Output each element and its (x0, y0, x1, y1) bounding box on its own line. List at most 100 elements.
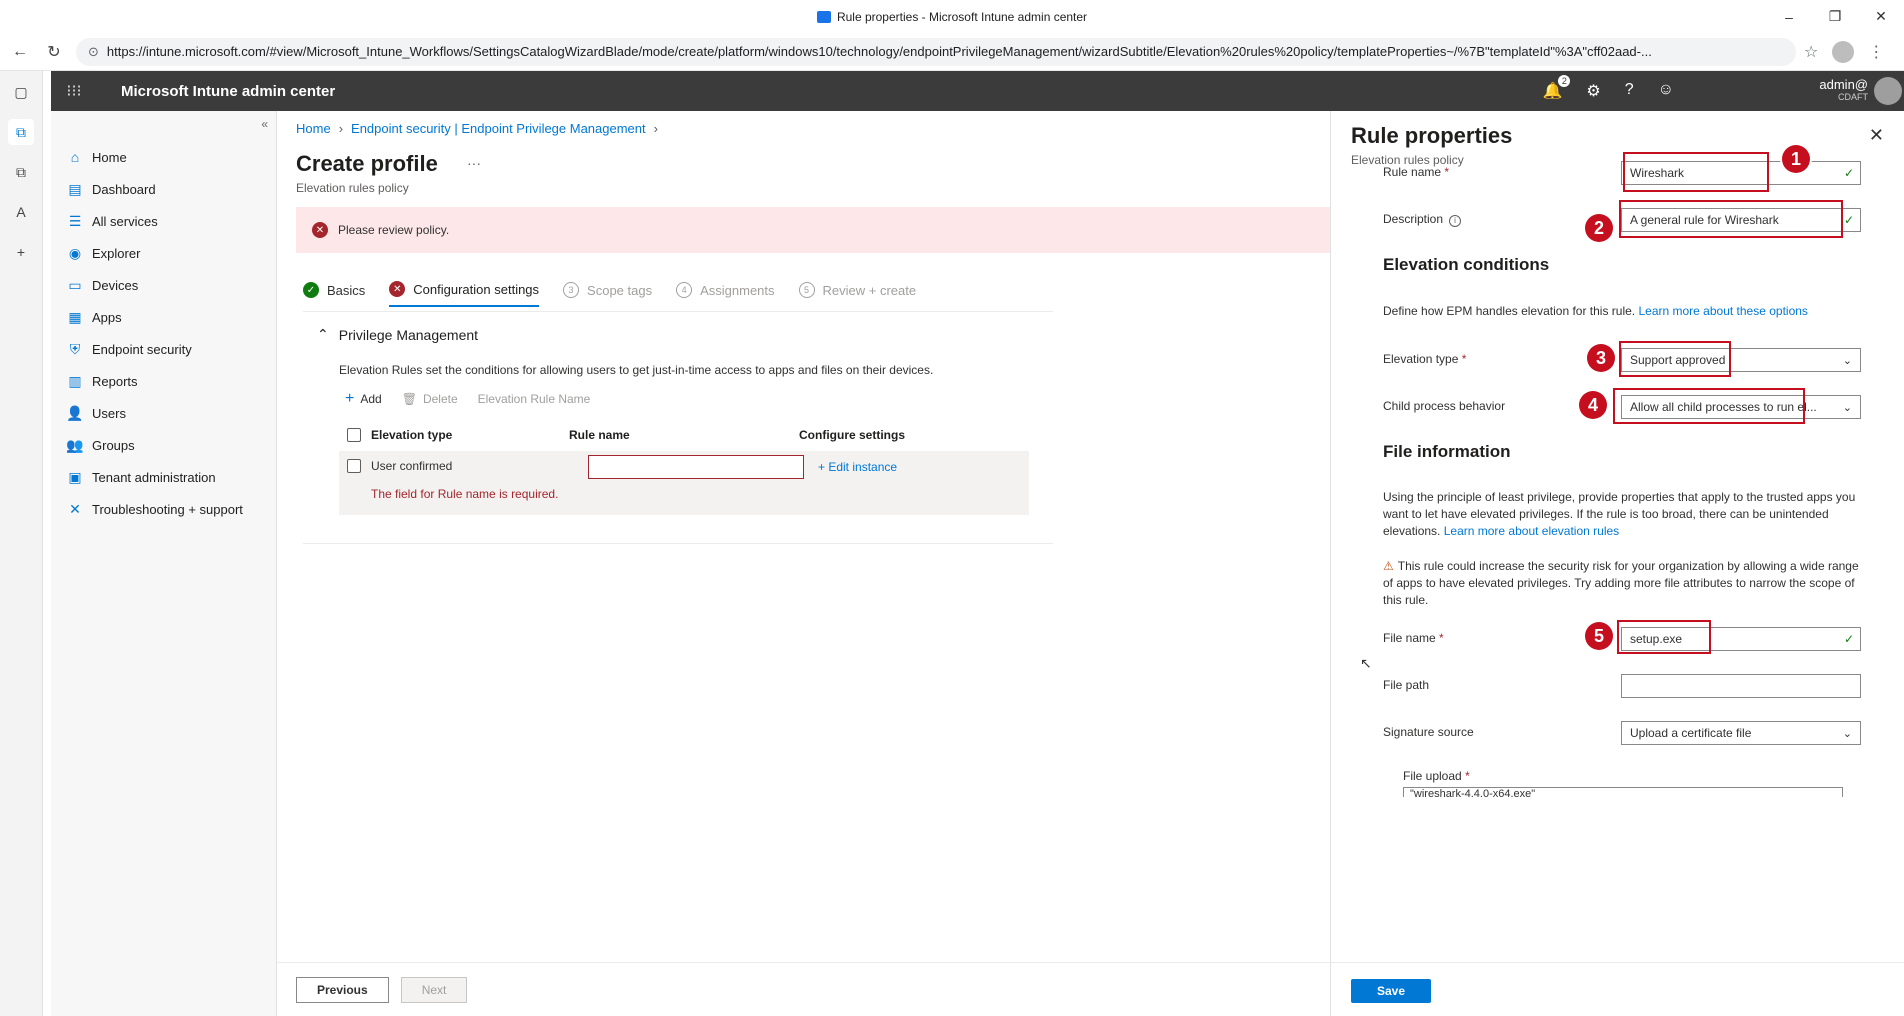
nav-item-home[interactable]: ⌂ Home (51, 141, 276, 173)
header-actions: 🔔 2 ⚙ ? ☺ (1542, 75, 1674, 101)
notifications-icon[interactable]: 🔔 2 (1542, 75, 1571, 101)
file-name-label: File name * (1383, 631, 1444, 645)
step-marker-2: 2 (1585, 214, 1613, 242)
select-all-checkbox[interactable] (347, 428, 361, 442)
field-value: Upload a certificate file (1630, 726, 1752, 740)
highlight-box (1619, 341, 1731, 377)
required-marker: * (1461, 352, 1467, 366)
maximize-icon[interactable]: ❐ (1812, 0, 1858, 33)
add-tab-icon[interactable]: + (8, 239, 34, 265)
minimize-icon[interactable]: – (1766, 0, 1812, 33)
previous-button[interactable]: Previous (296, 976, 389, 1003)
nav-item-all-services[interactable]: ☰ All services (51, 205, 276, 237)
nav-label: All services (92, 213, 158, 229)
label-text: File upload (1403, 769, 1462, 783)
elevation-description: Define how EPM handles elevation for thi… (1383, 303, 1863, 320)
nav-label: Troubleshooting + support (92, 501, 243, 517)
learn-more-rules-link[interactable]: Learn more about elevation rules (1444, 524, 1619, 538)
app-launcher-icon[interactable]: ⁝⁝⁝ (51, 81, 97, 101)
file-path-label: File path (1383, 678, 1430, 692)
reload-icon[interactable]: ↻ (40, 38, 68, 66)
nav-label: Reports (92, 373, 138, 389)
nav-item-apps[interactable]: ▦ Apps (51, 301, 276, 333)
url-text: https://intune.microsoft.com/#view/Micro… (106, 44, 1652, 59)
rule-name-input[interactable] (588, 455, 804, 479)
back-icon[interactable]: ← (6, 38, 34, 66)
breadcrumb: Home › Endpoint security | Endpoint Priv… (296, 121, 658, 136)
tab-basics[interactable]: ✓ Basics (303, 282, 365, 306)
intune-tab-icon[interactable]: ⧉ (8, 119, 34, 145)
nav-label: Dashboard (92, 181, 156, 197)
close-window-icon[interactable]: ✕ (1858, 0, 1904, 33)
avatar[interactable] (1874, 77, 1902, 105)
row-checkbox[interactable] (347, 459, 361, 473)
file-path-field[interactable] (1621, 674, 1861, 698)
column-header: Configure settings (799, 428, 906, 442)
label-text: Rule name (1383, 165, 1442, 179)
step-label: Review + create (822, 282, 917, 298)
chevron-up-icon: ⌃ (317, 326, 329, 342)
rules-toolbar: + Add 🗑 Delete Elevation Rule Name (345, 390, 590, 408)
tenant-icon: ▣ (68, 468, 82, 485)
nav-item-troubleshooting[interactable]: ✕ Troubleshooting + support (51, 493, 276, 525)
account-info[interactable]: admin@ CDAFT (1819, 77, 1868, 102)
nav-item-groups[interactable]: 👥 Groups (51, 429, 276, 461)
chevron-right-icon: › (653, 121, 658, 136)
page-subtitle: Elevation rules policy (296, 181, 409, 195)
browser-menu-icon[interactable]: ⋮ (1868, 42, 1884, 62)
nav-item-reports[interactable]: ▥ Reports (51, 365, 276, 397)
feedback-icon[interactable]: ☺ (1658, 81, 1674, 101)
window-titlebar: Rule properties - Microsoft Intune admin… (0, 0, 1904, 33)
breadcrumb-home[interactable]: Home (296, 121, 331, 136)
breadcrumb-endpoint-security[interactable]: Endpoint security | Endpoint Privilege M… (351, 121, 646, 136)
list-icon: ☰ (68, 212, 82, 229)
portal-title[interactable]: Microsoft Intune admin center (121, 83, 335, 100)
url-input[interactable]: ⊙ https://intune.microsoft.com/#view/Mic… (76, 37, 1796, 66)
page-title: Create profile (296, 151, 438, 176)
nav-item-tenant-administration[interactable]: ▣ Tenant administration (51, 461, 276, 493)
intune-tab-2-icon[interactable]: ⧉ (8, 159, 34, 185)
add-button[interactable]: + Add (345, 390, 382, 408)
settings-gear-icon[interactable]: ⚙ (1586, 81, 1600, 101)
tab-scope-tags[interactable]: 3 Scope tags (563, 282, 652, 306)
tab-review-create[interactable]: 5 Review + create (798, 282, 917, 306)
bookmark-star-icon[interactable]: ☆ (1804, 42, 1818, 62)
warning-text: This rule could increase the security ri… (1383, 559, 1859, 607)
save-button[interactable]: Save (1351, 979, 1431, 1003)
apps-icon: ▦ (68, 308, 82, 325)
window-title-text: Rule properties - Microsoft Intune admin… (836, 9, 1088, 24)
tab-actions-icon[interactable]: ▢ (8, 79, 34, 105)
highlight-box (1619, 200, 1843, 238)
error-banner: ✕ Please review policy. (296, 207, 1330, 253)
step-marker-3: 3 (1587, 344, 1615, 372)
more-options-icon[interactable]: ··· (467, 155, 481, 171)
signature-source-dropdown[interactable]: Upload a certificate file ⌄ (1621, 721, 1861, 745)
tab-assignments[interactable]: 4 Assignments (676, 282, 775, 306)
nav-item-devices[interactable]: ▭ Devices (51, 269, 276, 301)
step-label: Scope tags (587, 282, 653, 298)
column-header: Elevation type (371, 428, 453, 442)
add-label: Add (360, 392, 382, 406)
nav-item-endpoint-security[interactable]: ⛨ Endpoint security (51, 333, 276, 365)
azure-tab-icon[interactable]: A (8, 199, 34, 225)
explorer-icon: ◉ (68, 244, 82, 261)
nav-item-users[interactable]: 👤 Users (51, 397, 276, 429)
nav-item-dashboard[interactable]: ▤ Dashboard (51, 173, 276, 205)
learn-more-options-link[interactable]: Learn more about these options (1638, 304, 1807, 318)
table-header: Elevation type Rule name Configure setti… (339, 419, 1029, 451)
privilege-management-section[interactable]: ⌃ Privilege Management (317, 326, 478, 343)
nav-list: ⌂ Home ▤ Dashboard ☰ All services ◉ Explorer… (51, 141, 276, 525)
dashboard-icon: ▤ (68, 180, 82, 197)
file-upload-field[interactable]: "wireshark-4.4.0-x64.exe" (1403, 787, 1843, 797)
nav-item-explorer[interactable]: ◉ Explorer (51, 237, 276, 269)
info-icon[interactable]: i (1449, 215, 1462, 227)
site-info-icon[interactable]: ⊙ (88, 44, 99, 60)
home-icon: ⌂ (70, 149, 80, 165)
collapse-menu-icon[interactable]: « (261, 117, 268, 131)
browser-profile-icon[interactable] (1832, 40, 1855, 63)
edit-instance-link[interactable]: + Edit instance (818, 460, 897, 474)
intune-logo-icon (816, 10, 831, 23)
tab-configuration-settings[interactable]: ✕ Configuration settings (389, 281, 540, 307)
close-icon[interactable]: ✕ (1869, 125, 1884, 146)
help-icon[interactable]: ? (1625, 81, 1634, 101)
